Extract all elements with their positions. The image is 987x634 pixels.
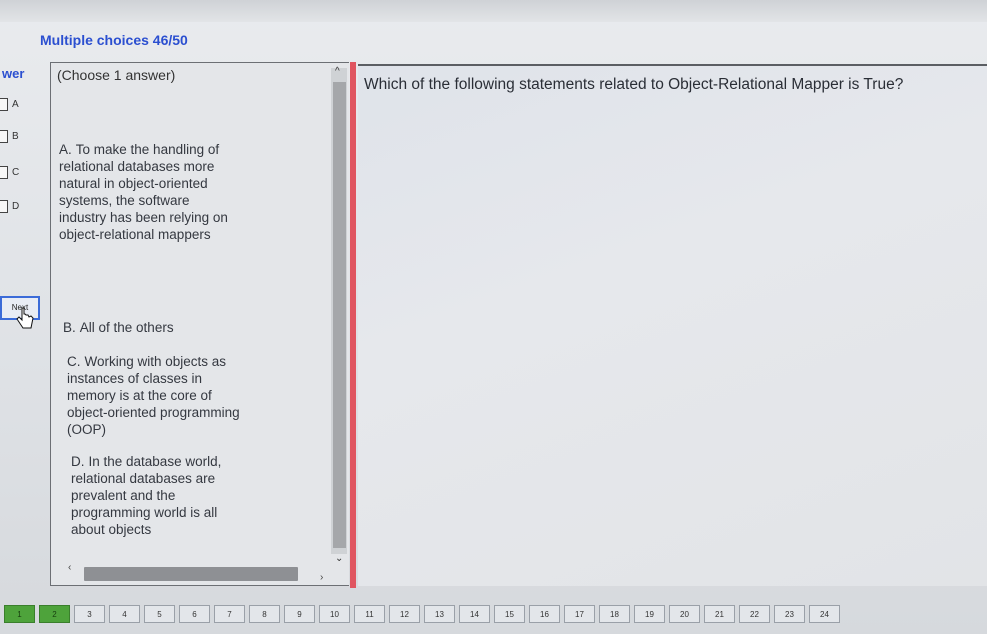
page-button-3[interactable]: 3	[74, 605, 105, 623]
vertical-scrollbar-thumb[interactable]	[333, 82, 346, 548]
page-button-6[interactable]: 6	[179, 605, 210, 623]
answer-c[interactable]: C. Working with objects as instances of c…	[67, 353, 245, 438]
answer-d[interactable]: D. In the database world, relational data…	[71, 453, 249, 538]
page-button-15[interactable]: 15	[494, 605, 525, 623]
answer-text: All of the others	[79, 320, 174, 335]
answer-text: To make the handling of relational datab…	[59, 142, 228, 242]
page-title: Multiple choices 46/50	[40, 32, 188, 48]
answers-panel: (Choose 1 answer) A. To make the handling…	[50, 62, 349, 586]
answer-letter: A.	[59, 142, 72, 157]
page-button-2[interactable]: 2	[39, 605, 70, 623]
answer-text: In the database world, relational databa…	[71, 454, 222, 537]
page-button-13[interactable]: 13	[424, 605, 455, 623]
scroll-right-icon[interactable]: ›	[320, 572, 323, 583]
page-button-22[interactable]: 22	[739, 605, 770, 623]
answer-b[interactable]: B. All of the others	[63, 319, 241, 336]
horizontal-scrollbar[interactable]	[84, 567, 298, 581]
page-button-4[interactable]: 4	[109, 605, 140, 623]
scroll-left-icon[interactable]: ‹	[68, 562, 71, 573]
page-button-8[interactable]: 8	[249, 605, 280, 623]
instruction-text: (Choose 1 answer)	[57, 67, 176, 83]
answer-option-c[interactable]: C	[0, 166, 19, 179]
page-button-7[interactable]: 7	[214, 605, 245, 623]
hand-cursor-icon	[16, 307, 34, 329]
answer-letter: B.	[63, 320, 76, 335]
checkbox-icon[interactable]	[0, 130, 8, 143]
question-pager: 1 2 3 4 5 6 7 8 9 10 11 12 13 14 15 16 17 18 19 20 21 22 23 24	[0, 605, 987, 634]
page-button-14[interactable]: 14	[459, 605, 490, 623]
answer-option-letter: D	[12, 201, 20, 212]
page-button-11[interactable]: 11	[354, 605, 385, 623]
page-button-1[interactable]: 1	[4, 605, 35, 623]
checkbox-icon[interactable]	[0, 200, 8, 213]
page-button-20[interactable]: 20	[669, 605, 700, 623]
question-panel: Which of the following statements relate…	[358, 64, 987, 586]
page-button-19[interactable]: 19	[634, 605, 665, 623]
answer-letter: D.	[71, 454, 85, 469]
page-button-16[interactable]: 16	[529, 605, 560, 623]
scroll-up-icon[interactable]: ^	[335, 66, 340, 77]
scroll-down-icon[interactable]: ⌄	[335, 553, 343, 564]
page-button-24[interactable]: 24	[809, 605, 840, 623]
question-text: Which of the following statements relate…	[364, 76, 904, 93]
answer-text: Working with objects as instances of cla…	[67, 354, 240, 437]
page-button-21[interactable]: 21	[704, 605, 735, 623]
answer-option-letter: B	[12, 131, 19, 142]
page-button-10[interactable]: 10	[319, 605, 350, 623]
page-button-12[interactable]: 12	[389, 605, 420, 623]
panel-divider[interactable]	[350, 62, 356, 588]
page-button-23[interactable]: 23	[774, 605, 805, 623]
page-button-5[interactable]: 5	[144, 605, 175, 623]
answer-sidebar-label: wer	[2, 66, 25, 81]
answer-option-letter: A	[12, 99, 19, 110]
page-button-17[interactable]: 17	[564, 605, 595, 623]
answer-option-d[interactable]: D	[0, 200, 19, 213]
answer-letter: C.	[67, 354, 81, 369]
top-bar	[0, 0, 987, 22]
page-button-18[interactable]: 18	[599, 605, 630, 623]
checkbox-icon[interactable]	[0, 166, 8, 179]
page-button-9[interactable]: 9	[284, 605, 315, 623]
answer-a[interactable]: A. To make the handling of relational dat…	[59, 141, 237, 243]
answer-option-a[interactable]: A	[0, 98, 19, 111]
answer-option-letter: C	[12, 167, 20, 178]
answer-option-b[interactable]: B	[0, 130, 19, 143]
checkbox-icon[interactable]	[0, 98, 8, 111]
